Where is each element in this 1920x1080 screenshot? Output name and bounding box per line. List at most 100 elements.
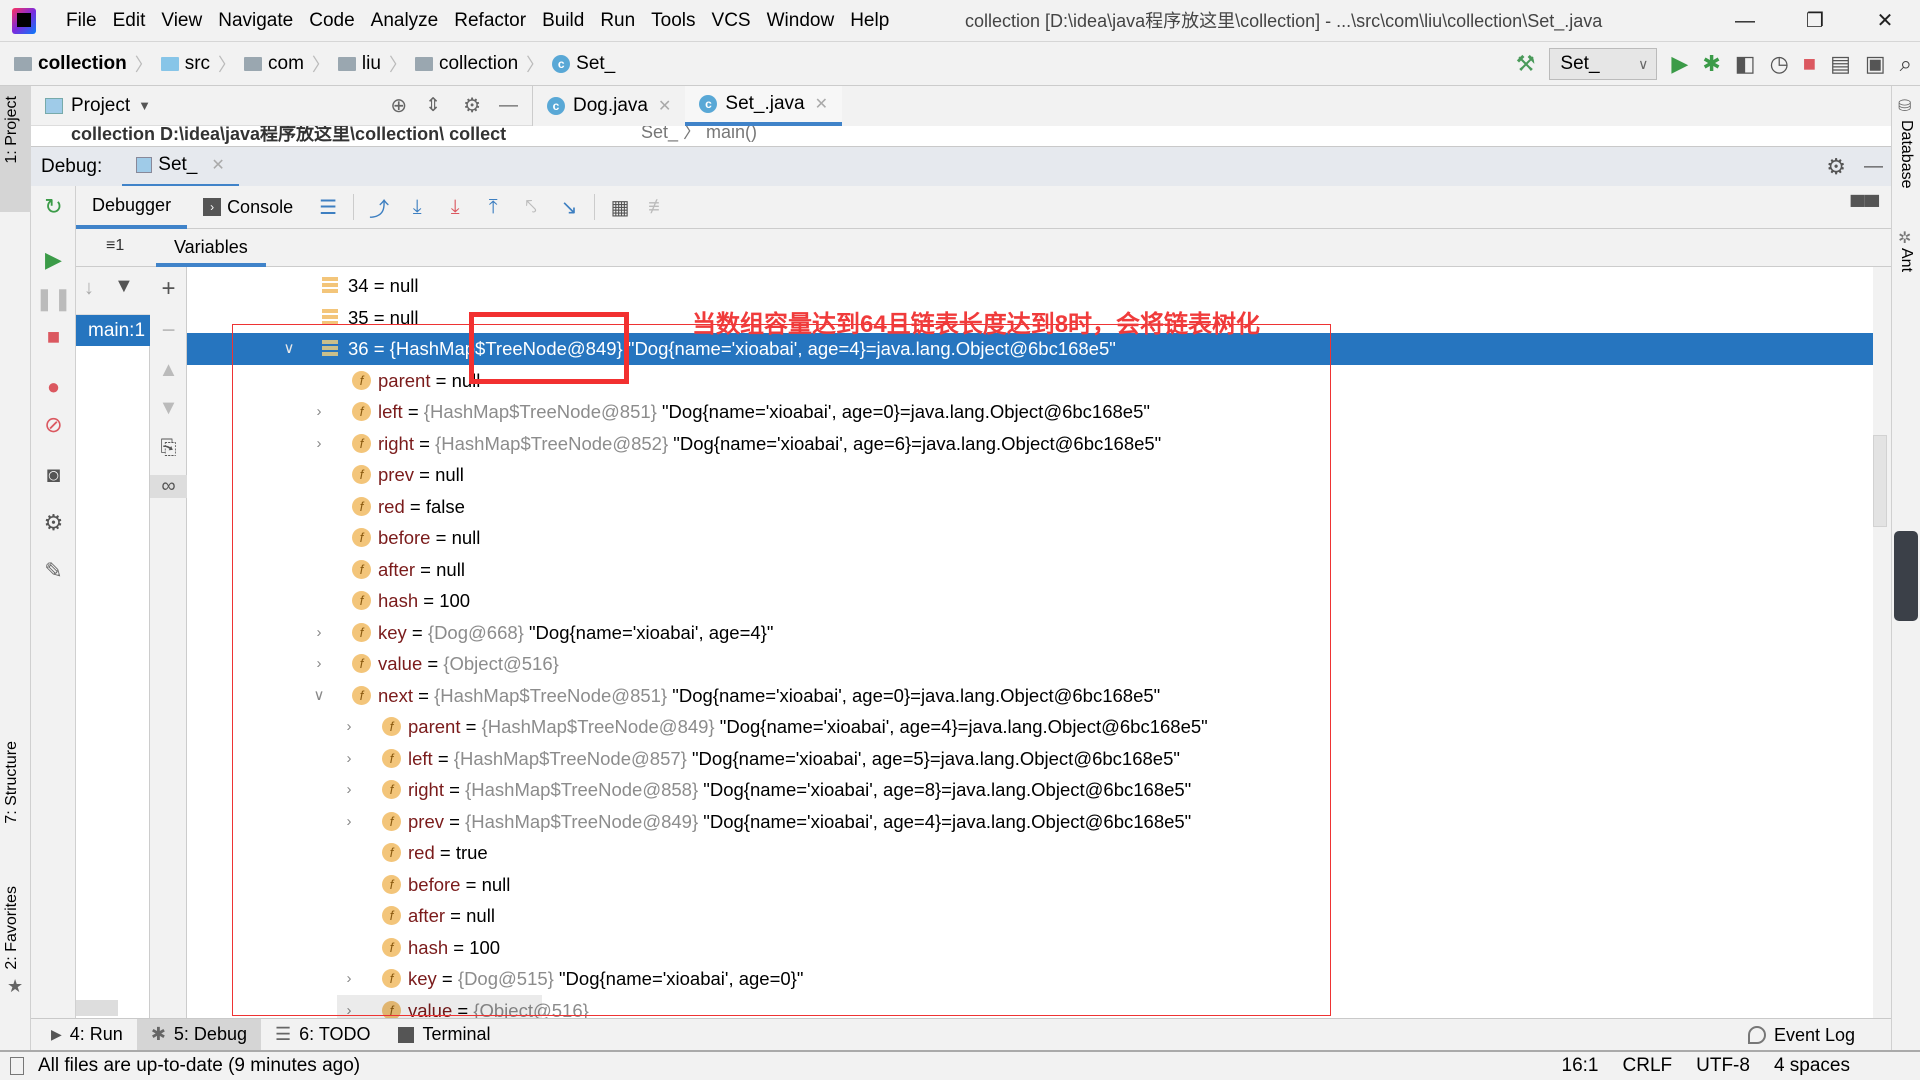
view-breakpoints-icon[interactable]: ● [31,374,76,400]
run-to-cursor-icon[interactable]: ↘ [550,195,588,220]
expand-chevron-icon[interactable]: › [341,711,357,743]
toggle-tool-windows-icon[interactable] [10,1057,24,1075]
hide-panel-icon[interactable]: — [499,95,518,117]
breadcrumb-src[interactable]: src [160,53,210,75]
menu-tools[interactable]: Tools [643,10,703,32]
close-tab-icon[interactable]: ✕ [815,94,828,114]
tab-set-java[interactable]: c Set_.java ✕ [685,86,843,126]
variable-row[interactable]: f prev = null [187,459,1873,491]
variable-row[interactable]: ∨ f next = {HashMap$TreeNode@851} "Dog{nam… [187,680,1873,712]
variable-row[interactable]: f hash = 100 [187,585,1873,617]
build-hammer-icon[interactable]: ⚒ [1516,53,1536,75]
expand-chevron-icon[interactable]: › [311,617,327,649]
collapse-chevron-icon[interactable]: ∨ [311,680,327,712]
step-over-icon[interactable]: ⤓ [398,196,436,219]
close-session-icon[interactable]: ✕ [211,155,224,175]
stop-icon[interactable]: ■ [1803,53,1816,75]
move-down-icon[interactable]: ▼ [150,397,187,420]
stripe-database-button[interactable]: Database [1897,120,1915,189]
menu-vcs[interactable]: VCS [704,10,759,32]
filter-icon[interactable]: ▼ [114,275,134,298]
debug-session-tab[interactable]: Set_ ✕ [122,147,239,187]
expand-chevron-icon[interactable]: › [311,648,327,680]
tool-tab-terminal[interactable]: Terminal [384,1019,504,1051]
coverage-icon[interactable]: ◧ [1735,53,1756,75]
expand-chevron-icon[interactable]: › [311,428,327,460]
variable-row[interactable]: f after = null [187,554,1873,586]
dropdown-arrow-icon[interactable]: ▼ [138,98,151,113]
expand-chevron-icon[interactable]: › [341,743,357,775]
variable-row[interactable]: 34 = null [187,270,1873,302]
tool-tab-todo[interactable]: ☰ 6: TODO [261,1019,385,1051]
menu-navigate[interactable]: Navigate [210,10,301,32]
rerun-icon[interactable]: ↻ [31,194,76,220]
debug-bug-icon[interactable]: ✱ [1702,53,1720,75]
variable-row[interactable]: › f key = {Dog@668} "Dog{name='xioabai', a… [187,617,1873,649]
project-stripe-button[interactable]: 1: Project [0,86,31,212]
variable-row[interactable]: f red = false [187,491,1873,523]
move-up-icon[interactable]: ▲ [150,359,187,382]
restore-layout-icon[interactable]: ▀▀ [1851,196,1879,219]
project-tree-root[interactable]: collection D:\idea\java程序放这里\collection\… [71,126,506,146]
variable-row[interactable]: › f right = {HashMap$TreeNode@858} "Dog{na… [187,774,1873,806]
collapse-chevron-icon[interactable]: ∨ [281,333,297,365]
show-execution-point-icon[interactable]: ⤴ [360,193,398,222]
variable-row[interactable]: › f left = {HashMap$TreeNode@857} "Dog{nam… [187,743,1873,775]
menu-edit[interactable]: Edit [105,10,154,32]
project-structure-icon[interactable]: ▤ [1830,53,1851,75]
horizontal-scrollbar[interactable] [337,994,542,1018]
restore-button[interactable]: ❐ [1785,0,1845,42]
stripe-structure-button[interactable]: 7: Structure [3,741,21,824]
frame-item-selected[interactable]: main:1 [76,315,150,346]
copy-icon[interactable]: ⎘ [150,437,187,460]
frames-scrollbar[interactable] [76,1000,118,1016]
breadcrumb-com[interactable]: com [244,53,304,75]
variable-row[interactable]: › f value = {Object@516} [187,648,1873,680]
watches-glasses-icon[interactable]: ∞ [150,475,187,498]
layout-menu-icon[interactable]: ☰ [309,195,347,220]
profiler-icon[interactable]: ◷ [1770,53,1789,75]
expand-chevron-icon[interactable]: › [341,806,357,838]
collapse-all-icon[interactable]: ⇕ [425,94,441,117]
tab-console[interactable]: › Console [187,186,309,229]
down-arrow-icon[interactable]: ↓ [84,277,94,300]
terminal-toggle-icon[interactable]: ▣ [1865,53,1886,75]
step-out-icon[interactable]: ⤒ [474,196,512,219]
tool-tab-debug[interactable]: ✱ 5: Debug [136,1018,261,1051]
stop-icon[interactable]: ■ [31,324,76,350]
evaluate-expression-icon[interactable]: ▦ [601,195,639,220]
line-separator[interactable]: CRLF [1623,1055,1673,1077]
editor-breadcrumb[interactable]: Set_ 〉 main() [635,126,1835,144]
variable-row[interactable]: f parent = null [187,365,1873,397]
remove-watch-icon[interactable]: − [150,317,187,345]
menu-window[interactable]: Window [759,10,843,32]
menu-code[interactable]: Code [301,10,362,32]
trace-icon[interactable]: ≢ [639,196,677,219]
tab-variables[interactable]: Variables [156,229,266,267]
menu-run[interactable]: Run [592,10,643,32]
variable-row[interactable]: f before = null [187,522,1873,554]
step-into-icon[interactable]: ⤓ [436,196,474,219]
variable-row[interactable]: f red = true [187,837,1873,869]
camera-icon[interactable]: ◙ [31,462,76,488]
menu-refactor[interactable]: Refactor [446,10,534,32]
stripe-ant-button[interactable]: Ant [1897,248,1915,272]
close-window-button[interactable]: ✕ [1855,0,1915,42]
mute-breakpoints-icon[interactable]: ⊘ [31,412,76,438]
pin-icon[interactable]: ✎ [31,558,76,584]
caret-position[interactable]: 16:1 [1562,1055,1599,1077]
project-view-selector[interactable]: Project [71,95,130,117]
run-configuration-select[interactable]: Set_ ∨ [1549,48,1658,80]
hide-panel-icon[interactable]: — [1864,156,1883,178]
settings-gear-icon[interactable]: ⚙ [463,93,481,118]
menu-view[interactable]: View [153,10,210,32]
tool-tab-run[interactable]: ▶ 4: Run [37,1019,137,1051]
settings-gear-icon[interactable]: ⚙ [31,510,76,536]
menu-build[interactable]: Build [534,10,592,32]
indent-setting[interactable]: 4 spaces [1774,1055,1850,1077]
variable-row[interactable]: f after = null [187,900,1873,932]
variable-row[interactable]: f hash = 100 [187,932,1873,964]
variable-row[interactable]: f before = null [187,869,1873,901]
variable-row[interactable]: › f right = {HashMap$TreeNode@852} "Dog{na… [187,428,1873,460]
stripe-favorites-button[interactable]: 2: Favorites [3,886,21,970]
